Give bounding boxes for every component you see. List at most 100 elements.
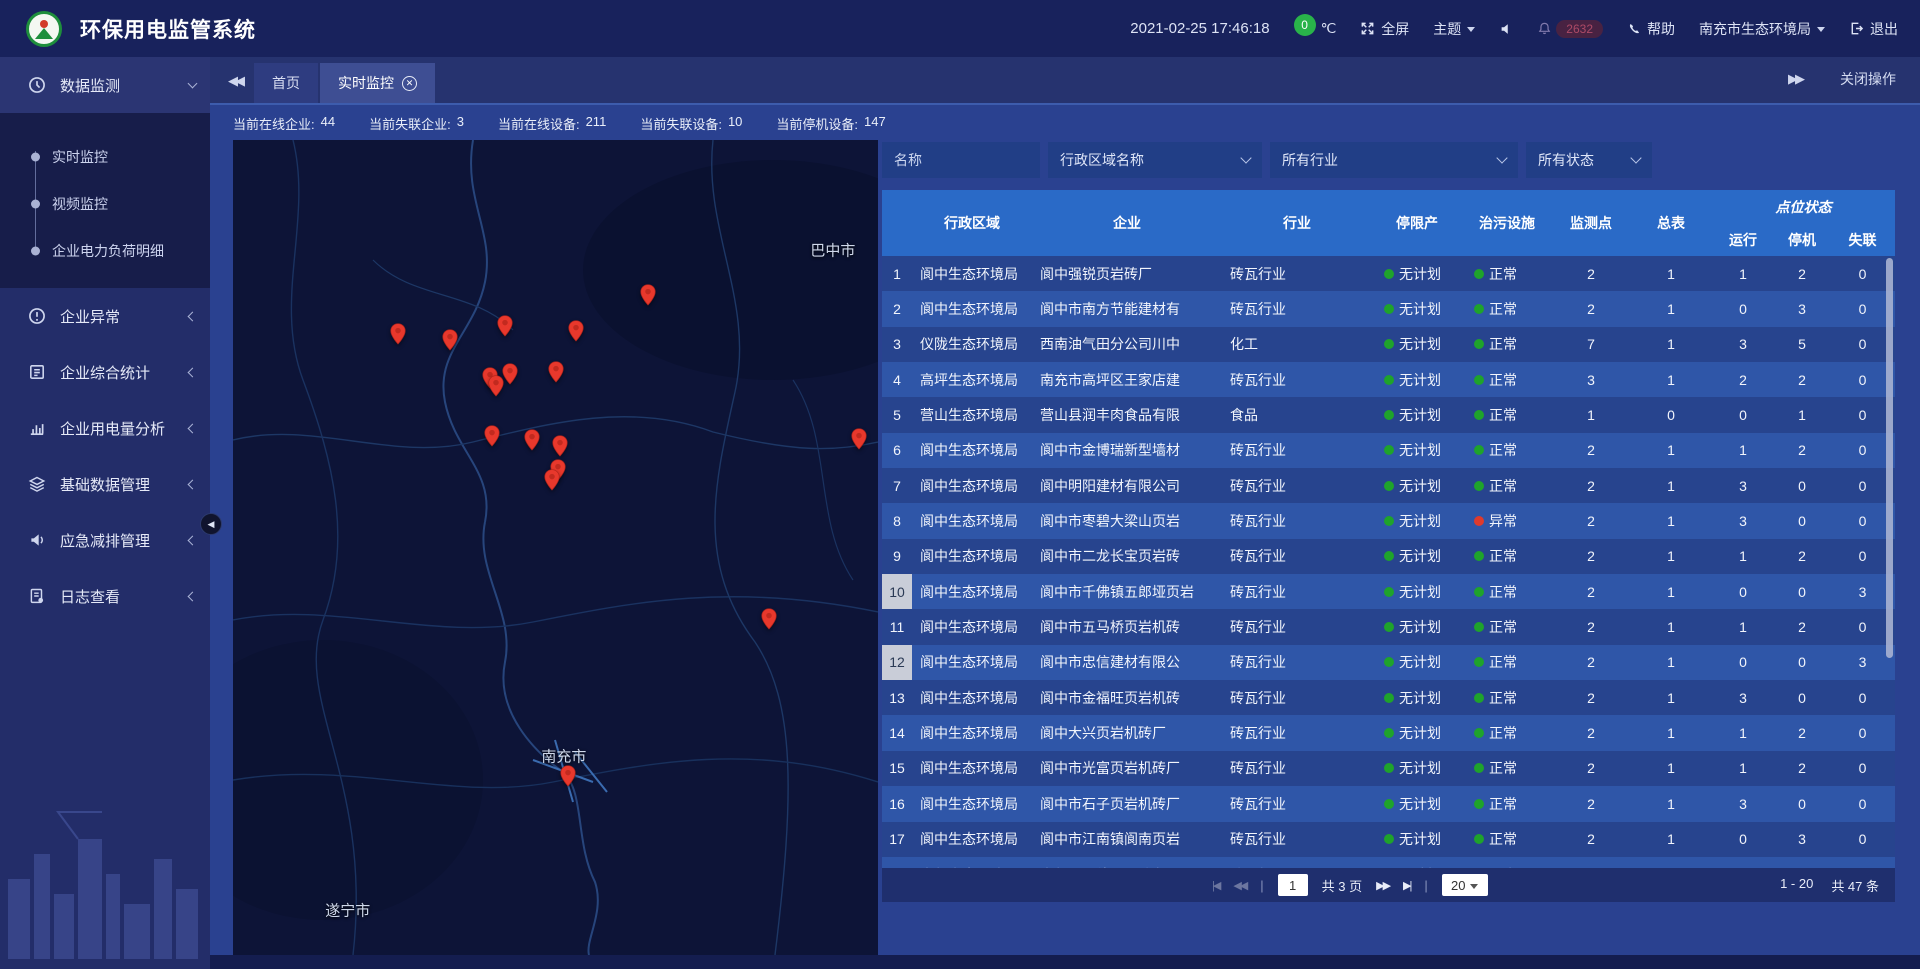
logout-button[interactable]: 退出 [1849,19,1898,39]
tab-close-icon[interactable]: ✕ [402,76,417,91]
cell-lost: 0 [1830,786,1895,821]
sidebar-group-item[interactable]: 企业综合统计 [0,344,210,400]
map-marker-pin-icon[interactable] [488,375,505,402]
map-marker-pin-icon[interactable] [484,425,501,452]
region-select[interactable]: 行政区域名称 [1048,142,1262,178]
first-page-button[interactable]: |◀ [1212,879,1219,892]
notification-button[interactable]: 2632 [1537,20,1603,38]
map-marker-pin-icon[interactable] [544,469,561,496]
table-row[interactable]: 6阆中生态环境局阆中市金博瑞新型墙材砖瓦行业无计划正常21120 [882,433,1895,468]
last-page-button[interactable]: ▶| [1403,879,1410,892]
table-row[interactable]: 14阆中生态环境局阆中大兴页岩机砖厂砖瓦行业无计划正常21120 [882,715,1895,750]
sidebar-group-item[interactable]: 基础数据管理 [0,456,210,512]
sidebar-submenu-item[interactable]: 实时监控 [0,133,210,180]
chevron-down-icon [1630,152,1641,163]
map-marker-pin-icon[interactable] [390,323,407,350]
tab-active[interactable]: 实时监控✕ [320,63,435,103]
table-row[interactable]: 11阆中生态环境局阆中市五马桥页岩机砖砖瓦行业无计划正常21120 [882,609,1895,644]
cell-enterprise: 阆中强锐页岩砖厂 [1032,256,1222,291]
cell-index: 9 [882,539,912,574]
table-row[interactable]: 8阆中生态环境局阆中市枣碧大梁山页岩砖瓦行业无计划异常21300 [882,503,1895,538]
map-marker-pin-icon[interactable] [760,608,777,635]
map-marker-pin-icon[interactable] [850,428,867,455]
cell-monitor: 3 [1552,362,1630,397]
sidebar-group-item[interactable]: 数据监测 [0,57,210,113]
map-marker-pin-icon[interactable] [639,284,656,311]
chevron-left-icon [188,311,198,321]
status-dot [1384,693,1394,703]
table-row[interactable]: 12阆中生态环境局阆中市忠信建材有限公砖瓦行业无计划正常21003 [882,645,1895,680]
volume-button[interactable] [1499,22,1513,36]
tab-item[interactable]: 首页 [254,63,318,103]
cell-region: 阆中生态环境局 [912,574,1032,609]
help-button[interactable]: 帮助 [1627,19,1675,39]
map-marker-pin-icon[interactable] [559,765,576,792]
cell-run: 0 [1712,857,1774,868]
next-page-button[interactable]: ▶▶ [1376,879,1389,892]
sidebar-submenu-item[interactable]: 视频监控 [0,180,210,227]
cell-stop: 2 [1774,751,1830,786]
sidebar-group-item[interactable]: 日志查看 [0,568,210,624]
name-search-input[interactable] [894,152,1028,168]
status-dot [1384,339,1394,349]
cell-region: 阆中生态环境局 [912,680,1032,715]
col-region: 行政区域 [912,190,1032,256]
theme-dropdown[interactable]: 主题 [1433,19,1475,39]
table-row[interactable]: 1阆中生态环境局阆中强锐页岩砖厂砖瓦行业无计划正常21120 [882,256,1895,291]
cell-stop: 1 [1774,397,1830,432]
col-stop: 停机 [1774,224,1830,256]
page-size-select[interactable]: 20 [1442,874,1488,896]
org-dropdown[interactable]: 南充市生态环境局 [1699,19,1825,39]
phone-icon [1627,22,1641,36]
volume-icon [1499,22,1513,36]
notification-count-badge: 2632 [1556,20,1603,38]
map-marker-pin-icon[interactable] [548,361,565,388]
prev-page-button[interactable]: ◀◀ [1233,879,1246,892]
table-row[interactable]: 16阆中生态环境局阆中市石子页岩机砖厂砖瓦行业无计划正常21300 [882,786,1895,821]
table-row[interactable]: 15阆中生态环境局阆中市光富页岩机砖厂砖瓦行业无计划正常21120 [882,751,1895,786]
sidebar-group-item[interactable]: 应急减排管理 [0,512,210,568]
table-row[interactable]: 5营山生态环境局营山县润丰肉食品有限食品无计划正常10010 [882,397,1895,432]
status-dot [1474,410,1484,420]
tabs-scroll-right-button[interactable]: ▶▶ [1780,71,1810,87]
cell-run: 0 [1712,397,1774,432]
table-row[interactable]: 18南部生态环境局南部县双佳上河砖有限公砖瓦行业无计划正常21000 [882,857,1895,868]
industry-select[interactable]: 所有行业 [1270,142,1518,178]
table-row[interactable]: 7阆中生态环境局阆中明阳建材有限公司砖瓦行业无计划正常21300 [882,468,1895,503]
map-panel[interactable]: 巴中市南充市遂宁市 [233,140,878,955]
status-dot [1474,551,1484,561]
cell-stop: 0 [1774,680,1830,715]
close-operations-dropdown[interactable]: 关闭操作 [1840,69,1896,89]
map-marker-pin-icon[interactable] [568,320,585,347]
table-row[interactable]: 4高坪生态环境局南充市高坪区王家店建砖瓦行业无计划正常31220 [882,362,1895,397]
map-marker-pin-icon[interactable] [524,429,541,456]
sidebar-group-item[interactable]: 企业用电量分析 [0,400,210,456]
cell-stop-plan: 无计划 [1372,751,1462,786]
sidebar-group-item[interactable]: 企业异常 [0,288,210,344]
table-scrollbar[interactable] [1886,258,1893,658]
status-select[interactable]: 所有状态 [1526,142,1652,178]
map-marker-pin-icon[interactable] [497,315,514,342]
table-row[interactable]: 10阆中生态环境局阆中市千佛镇五郎垭页岩砖瓦行业无计划正常21003 [882,574,1895,609]
cell-stop-plan: 无计划 [1372,362,1462,397]
map-marker-pin-icon[interactable] [441,329,458,356]
table-row[interactable]: 13阆中生态环境局阆中市金福旺页岩机砖砖瓦行业无计划正常21300 [882,680,1895,715]
sidebar-collapse-button[interactable]: ◀ [200,513,222,535]
tabs-scroll-left-button[interactable]: ◀◀ [220,73,250,89]
cell-industry: 化工 [1222,327,1372,362]
stat-label: 当前停机设备: [776,114,858,133]
cell-lost: 0 [1830,680,1895,715]
table-row[interactable]: 2阆中生态环境局阆中市南方节能建材有砖瓦行业无计划正常21030 [882,291,1895,326]
total-count-label: 共 47 条 [1831,876,1879,895]
page-number-input[interactable] [1278,874,1308,896]
map-marker-pin-icon[interactable] [552,435,569,462]
sidebar-submenu-item[interactable]: 企业电力负荷明细 [0,227,210,274]
cell-monitor: 2 [1552,503,1630,538]
status-dot [1474,445,1484,455]
status-dot [1474,481,1484,491]
fullscreen-button[interactable]: 全屏 [1360,19,1409,39]
table-row[interactable]: 9阆中生态环境局阆中市二龙长宝页岩砖砖瓦行业无计划正常21120 [882,539,1895,574]
table-row[interactable]: 3仪陇生态环境局西南油气田分公司川中化工无计划正常71350 [882,327,1895,362]
table-row[interactable]: 17阆中生态环境局阆中市江南镇阆南页岩砖瓦行业无计划正常21030 [882,822,1895,857]
cell-run: 1 [1712,715,1774,750]
